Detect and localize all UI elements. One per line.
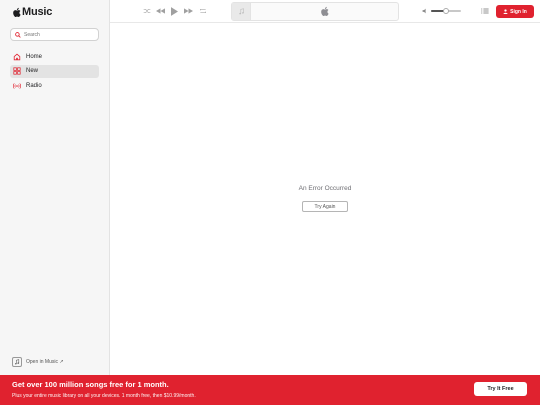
shuffle-icon (143, 9, 150, 13)
sidebar: Music Home (0, 0, 110, 375)
grid-icon (13, 67, 21, 75)
repeat-button[interactable] (196, 6, 209, 16)
sidebar-item-new[interactable]: New (10, 64, 99, 78)
sidebar-item-label: Home (26, 53, 43, 60)
open-in-music-link[interactable]: Open in Music ↗ (12, 357, 64, 367)
open-in-music-label: Open in Music ↗ (26, 359, 64, 365)
error-message: An Error Occurred (298, 185, 352, 192)
repeat-icon (199, 9, 206, 13)
promo-subtext: Plus your entire music library on all yo… (12, 393, 196, 399)
sidebar-item-radio[interactable]: Radio (10, 79, 99, 92)
music-note-icon (238, 8, 244, 15)
fast-forward-icon (184, 8, 193, 14)
album-art-placeholder (232, 3, 251, 20)
previous-button[interactable] (154, 6, 167, 16)
search-box[interactable] (10, 28, 99, 41)
queue-list-icon[interactable] (481, 7, 489, 15)
promo-headline: Get over 100 million songs free for 1 mo… (12, 380, 169, 389)
now-playing-display (231, 2, 399, 21)
sidebar-item-label: New (26, 68, 39, 74)
speaker-icon (422, 8, 426, 14)
music-note-icon (12, 357, 22, 367)
play-button[interactable] (168, 6, 181, 16)
apple-music-logo[interactable]: Music (12, 6, 52, 18)
volume-knob[interactable] (443, 8, 449, 14)
sidebar-item-label: Radio (26, 82, 42, 89)
sidebar-nav: Home New Radio (10, 50, 99, 94)
volume-control[interactable] (422, 8, 461, 14)
sidebar-item-home[interactable]: Home (10, 50, 99, 63)
try-again-button[interactable]: Try Again (302, 201, 348, 212)
promo-banner: Get over 100 million songs free for 1 mo… (0, 375, 540, 405)
player-bar: Sign In (110, 0, 540, 23)
shuffle-button[interactable] (140, 6, 153, 16)
app-name: Music (22, 6, 53, 18)
apple-logo-icon (321, 6, 329, 17)
person-icon (503, 9, 508, 14)
home-icon (13, 53, 21, 61)
sign-in-label: Sign In (510, 8, 527, 15)
sign-in-button[interactable]: Sign In (496, 5, 534, 18)
rewind-icon (156, 8, 165, 14)
play-icon (171, 6, 178, 16)
search-input[interactable] (24, 31, 94, 38)
search-icon (15, 31, 21, 38)
try-it-free-button[interactable]: Try It Free (474, 382, 527, 396)
apple-logo-icon (13, 7, 21, 17)
next-button[interactable] (182, 6, 195, 16)
volume-slider[interactable] (431, 8, 461, 14)
radio-icon (13, 82, 21, 90)
playback-controls (140, 6, 210, 16)
